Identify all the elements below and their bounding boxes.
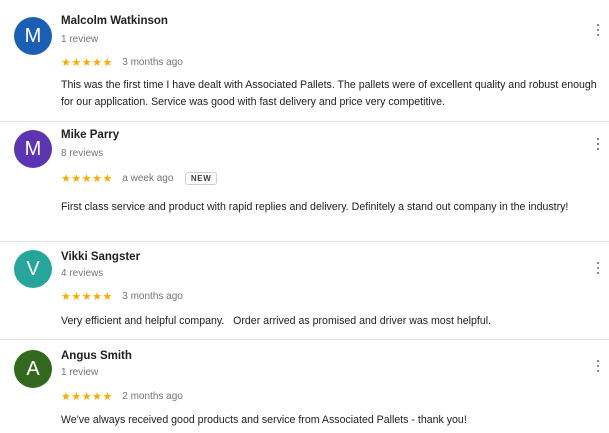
review-count: 8 reviews xyxy=(61,148,104,159)
star-rating: ★★★★★ xyxy=(61,173,113,186)
reviewer-name[interactable]: Mike Parry xyxy=(61,129,119,141)
rating-row: ★★★★★ 2 months ago xyxy=(61,388,183,404)
rating-row: ★★★★★ 3 months ago xyxy=(61,54,183,70)
reviewer-name[interactable]: Vikki Sangster xyxy=(61,251,140,263)
review-date: 3 months ago xyxy=(122,291,183,303)
review-count: 1 review xyxy=(61,367,99,378)
review-text: First class service and product with rap… xyxy=(61,201,569,213)
new-badge: NEW xyxy=(184,172,218,186)
review-text: Very efficient and helpful company. Orde… xyxy=(61,315,492,327)
more-vert-icon[interactable] xyxy=(592,136,604,152)
review-count: 4 reviews xyxy=(61,268,104,279)
reviewer-name[interactable]: Malcolm Watkinson xyxy=(61,15,168,27)
avatar[interactable]: A xyxy=(14,350,52,388)
review-date: a week ago xyxy=(122,173,174,185)
more-vert-icon[interactable] xyxy=(592,22,604,38)
review-item: V Vikki Sangster 4 reviews ★★★★★ 3 month… xyxy=(0,242,609,338)
review-date: 3 months ago xyxy=(122,57,183,69)
more-vert-icon[interactable] xyxy=(592,358,604,374)
star-rating: ★★★★★ xyxy=(61,391,113,404)
review-item: M Mike Parry 8 reviews ★★★★★ a week ago … xyxy=(0,122,609,240)
avatar[interactable]: V xyxy=(14,250,52,288)
review-item: M Malcolm Watkinson 1 review ★★★★★ 3 mon… xyxy=(0,0,609,120)
review-list: M Malcolm Watkinson 1 review ★★★★★ 3 mon… xyxy=(0,0,609,433)
star-rating: ★★★★★ xyxy=(61,291,113,304)
avatar[interactable]: M xyxy=(14,17,52,55)
review-text: We've always received good products and … xyxy=(61,414,467,426)
reviewer-name[interactable]: Angus Smith xyxy=(61,350,132,362)
avatar[interactable]: M xyxy=(14,130,52,168)
review-item: A Angus Smith 1 review ★★★★★ 2 months ag… xyxy=(0,340,609,433)
review-count: 1 review xyxy=(61,34,99,45)
more-vert-icon[interactable] xyxy=(592,260,604,276)
review-text: This was the first time I have dealt wit… xyxy=(61,79,597,108)
rating-row: ★★★★★ 3 months ago xyxy=(61,288,183,304)
star-rating: ★★★★★ xyxy=(61,57,113,70)
review-date: 2 months ago xyxy=(122,391,183,403)
rating-row: ★★★★★ a week ago NEW xyxy=(61,170,218,186)
